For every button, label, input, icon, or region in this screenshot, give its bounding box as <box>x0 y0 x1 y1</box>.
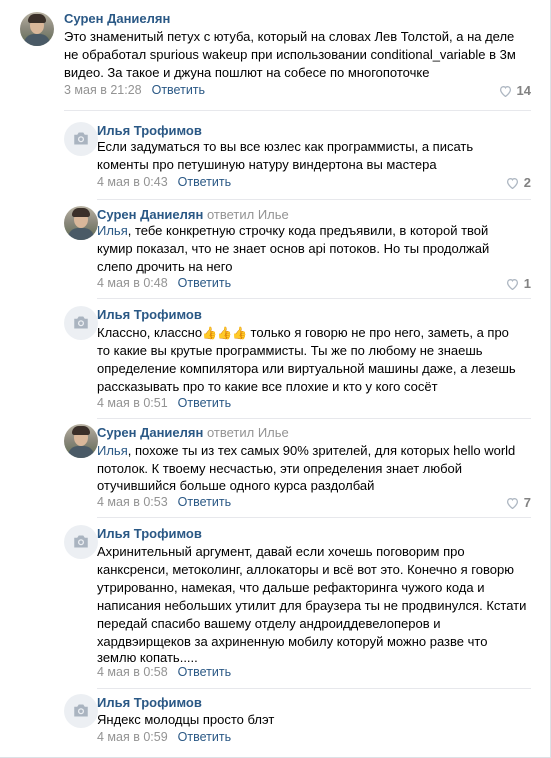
thumbs-up-emoji: 👍👍👍 <box>202 326 247 340</box>
mention-link[interactable]: Илья <box>97 223 128 238</box>
avatar[interactable] <box>64 306 98 340</box>
like-count: 2 <box>523 175 531 190</box>
avatar[interactable] <box>20 12 54 46</box>
comment: Илья Трофимов Классно, классно👍👍👍 только… <box>64 306 531 412</box>
comment-text-line: Яндекс молодцы просто блэт <box>97 712 275 727</box>
comment-text-line: коменты про петушиную натуру виндертона … <box>97 157 437 172</box>
avatar[interactable] <box>64 694 98 728</box>
like-button[interactable]: 7 <box>506 495 531 510</box>
comment-author[interactable]: Сурен Даниелян <box>97 425 203 440</box>
avatar[interactable] <box>64 525 98 559</box>
comment-text-line: кумир показал, что не знает основ api по… <box>97 241 490 256</box>
comment-text-line: Классно, классно <box>97 325 203 340</box>
comment-text-line: не обработал spurious wakeup при использ… <box>64 47 516 62</box>
avatar[interactable] <box>64 122 98 156</box>
comment-author[interactable]: Сурен Даниелян <box>64 10 170 28</box>
comment-text-line: , тебе конкретную строчку кода предъявил… <box>127 223 489 238</box>
like-button[interactable]: 14 <box>499 83 531 98</box>
replied-to[interactable]: ответил Илье <box>207 207 289 222</box>
comment: Сурен Даниелян ответил Илье Илья, похоже… <box>64 424 531 512</box>
replied-to[interactable]: ответил Илье <box>207 425 289 440</box>
comment-date[interactable]: 3 мая в 21:28 <box>64 83 142 97</box>
comment-text-line: потолок. К твоему несчастью, эти определ… <box>97 461 463 476</box>
reply-button[interactable]: Ответить <box>178 730 231 744</box>
heart-icon <box>499 85 511 97</box>
comment-author[interactable]: Илья Трофимов <box>97 306 202 324</box>
avatar[interactable] <box>64 206 98 240</box>
comment-text-line: только я говорю не про него, заметь, а п… <box>246 325 509 340</box>
divider <box>97 517 531 518</box>
comment-text-line: то какие вы крутые программисты. Ты же п… <box>97 343 483 358</box>
comment-text-line: утрированно, намекая, что дальше рефакто… <box>97 580 485 595</box>
camera-icon <box>74 132 88 145</box>
comment-text-line: Если задуматься то вы все юзлес как прог… <box>97 139 474 154</box>
comment-text-line: , похоже ты из тех самых 90% зрителей, д… <box>127 443 516 458</box>
comment-text-line: канксренси, метоколинг, аллокаторы и всё… <box>97 562 514 577</box>
comment-author[interactable]: Сурен Даниелян <box>97 207 203 222</box>
divider <box>64 110 531 111</box>
divider <box>97 298 531 299</box>
comment: Илья Трофимов Ахринительный аргумент, да… <box>64 525 531 683</box>
divider <box>97 688 531 689</box>
like-button[interactable]: 2 <box>506 175 531 190</box>
like-count: 1 <box>523 276 531 291</box>
comment-text-line: рассказывать про то какие все плохие и к… <box>97 379 438 394</box>
like-count: 14 <box>516 83 531 98</box>
comment: Сурен Даниелян ответил Илье Илья, тебе к… <box>64 206 531 292</box>
camera-icon <box>74 316 88 329</box>
comment-text-line: Это знаменитый петух с ютуба, который на… <box>64 29 515 44</box>
comment: Илья Трофимов Яндекс молодцы просто блэт… <box>64 694 531 754</box>
comment-text-line: написания небольших утилит для браузера … <box>97 598 527 613</box>
comment: Сурен Даниелян Это знаменитый петух с ют… <box>20 10 531 100</box>
comment-text-line: определение компилятора или виртуальной … <box>97 361 516 376</box>
reply-button[interactable]: Ответить <box>178 276 231 290</box>
comment-author[interactable]: Илья Трофимов <box>97 525 202 543</box>
reply-button[interactable]: Ответить <box>152 83 205 97</box>
comment-text-line: Ахринительный аргумент, давай если хочеш… <box>97 544 465 559</box>
heart-icon <box>506 278 518 290</box>
camera-icon <box>74 704 88 717</box>
reply-button[interactable]: Ответить <box>178 495 231 509</box>
comment-text-line: отучившийся больше одного курса раздолба… <box>97 478 375 493</box>
comment-date[interactable]: 4 мая в 0:58 <box>97 665 168 679</box>
mention-link[interactable]: Илья <box>97 443 128 458</box>
comment-text-line: передай спасибо вашему отделу андроиддев… <box>97 616 441 631</box>
like-count: 7 <box>523 495 531 510</box>
reply-button[interactable]: Ответить <box>178 175 231 189</box>
comment-date[interactable]: 4 мая в 0:59 <box>97 730 168 744</box>
comment-date[interactable]: 4 мая в 0:53 <box>97 495 168 509</box>
avatar[interactable] <box>64 424 98 458</box>
like-button[interactable]: 1 <box>506 276 531 291</box>
comments-thread: Сурен Даниелян Это знаменитый петух с ют… <box>0 0 551 758</box>
heart-icon <box>506 177 518 189</box>
heart-icon <box>506 497 518 509</box>
comment-text-line: слепо дрочить на него <box>97 259 233 274</box>
comment-date[interactable]: 4 мая в 0:51 <box>97 396 168 410</box>
comment-text-line: видео. За такое и джуна пошлют на собесе… <box>64 65 430 80</box>
divider <box>97 418 531 419</box>
comment-date[interactable]: 4 мая в 0:43 <box>97 175 168 189</box>
comment-author[interactable]: Илья Трофимов <box>97 694 202 712</box>
reply-button[interactable]: Ответить <box>178 396 231 410</box>
comment-date[interactable]: 4 мая в 0:48 <box>97 276 168 290</box>
divider <box>97 199 531 200</box>
camera-icon <box>74 535 88 548</box>
comment: Илья Трофимов Если задуматься то вы все … <box>64 122 531 192</box>
reply-button[interactable]: Ответить <box>178 665 231 679</box>
